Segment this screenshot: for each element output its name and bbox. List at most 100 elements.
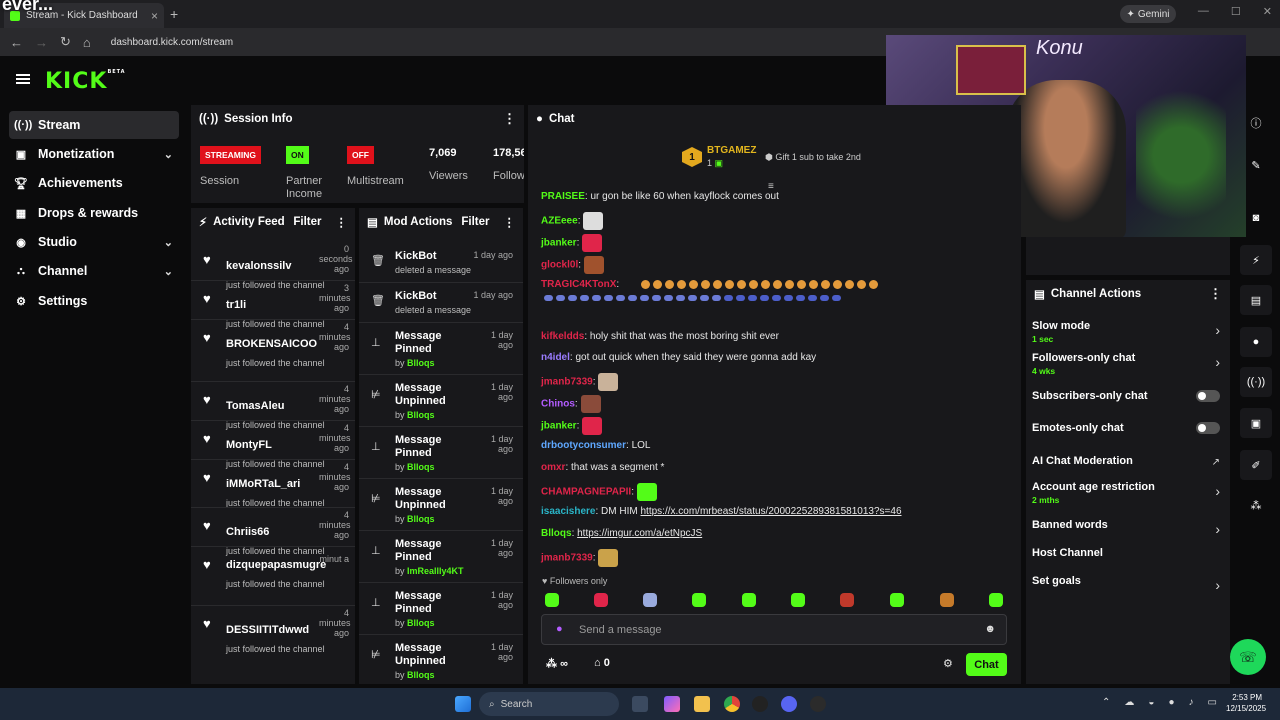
discord-icon[interactable] [781,696,797,712]
chat-message[interactable]: CHAMPAGNEPAPII: [541,483,657,501]
emote-icon[interactable] [840,593,854,607]
sidebar-item-drops[interactable]: ▦ Drops & rewards [9,199,179,227]
chevron-up-icon[interactable]: ⌃ [1102,697,1110,708]
chat-username[interactable]: kifkeldds [541,331,584,342]
file-explorer-icon[interactable] [694,696,710,712]
microphone-icon[interactable]: ● [556,623,563,635]
channel-action-row[interactable]: Account age restriction 2 mths › [1032,481,1222,505]
wrench-icon[interactable]: ✐ [1240,450,1272,480]
battery-icon[interactable]: ▭ [1207,697,1216,708]
chat-message[interactable]: jbanker: [541,234,603,252]
sidebar-item-settings[interactable]: ⚙ Settings [9,287,179,315]
activity-item[interactable]: ♥ DESSIITITdwwd 4 minutes ago just followed… [191,608,355,654]
activity-username[interactable]: kevalonssilv [226,260,291,272]
emote-icon[interactable] [890,593,904,607]
chat-message[interactable]: glockl0l: [541,256,605,274]
app-icon[interactable] [810,696,826,712]
taskbar-search[interactable]: ⌕ Search [479,692,619,716]
sidebar-item-monetization[interactable]: ▣ Monetization ⌄ [9,140,179,168]
emote-icon[interactable] [791,593,805,607]
chat-message[interactable]: kifkeldds: holy shit that was the most b… [541,330,779,344]
emote-icon[interactable] [545,593,559,607]
more-options-icon[interactable]: ⋮ [1209,286,1222,302]
moderator-name[interactable]: Blloqs [407,358,435,368]
back-icon[interactable]: ← [10,35,23,50]
moderator-name[interactable]: Blloqs [407,462,435,472]
chat-bubble-icon[interactable]: ● [1240,327,1272,357]
chat-username[interactable]: jbanker [541,421,577,432]
emote-icon[interactable] [643,593,657,607]
bolt-icon[interactable]: ⚡︎ [1240,245,1272,275]
channel-action-row[interactable]: Slow mode 1 sec › [1032,320,1222,344]
chat-username[interactable]: AZEeee [541,216,578,227]
emote-icon[interactable] [989,593,1003,607]
activity-item[interactable]: ♥ dizquepapasmugre minut a just followed th… [191,551,355,591]
activity-username[interactable]: iMMoRTaL_ari [226,478,300,490]
moderator-name[interactable]: Blloqs [407,410,435,420]
activity-username[interactable]: DESSIITITdwwd [226,624,309,636]
support-button[interactable]: ☏ [1230,639,1266,675]
chat-message[interactable]: Chinos: [541,395,601,413]
close-window-icon[interactable]: ✕ [1263,5,1272,18]
chat-message[interactable]: omxr: that was a segment * [541,461,664,475]
kick-logo[interactable]: KICKBETA [45,69,126,94]
emote-icon[interactable] [692,593,706,607]
filter-button[interactable]: Filter [293,216,321,228]
activity-username[interactable]: BROKENSAICOO [226,338,317,350]
chat-username[interactable]: TRAGIC4KTonX [541,279,616,290]
url-field[interactable]: dashboard.kick.com/stream [111,37,233,48]
chat-message[interactable]: PRAISEE: ur gon be like 60 when kayflock… [541,190,779,204]
emote-icon[interactable] [742,593,756,607]
minimize-icon[interactable]: — [1198,5,1209,18]
chat-username[interactable]: glockl0l [541,260,578,271]
chat-message[interactable]: TRAGIC4KTonX: [541,278,619,292]
more-options-icon[interactable]: ⋮ [336,215,348,229]
chat-username[interactable]: CHAMPAGNEPAPII [541,487,631,498]
broadcast-icon[interactable]: ((·)) [1240,367,1272,397]
gift-sub-prompt[interactable]: ⬢ Gift 1 sub to take 2nd [765,152,861,163]
more-options-icon[interactable]: ⋮ [504,215,516,229]
activity-item[interactable]: ♥ BROKENSAICOO 4 minutes ago just followed … [191,322,355,368]
close-tab-icon[interactable]: × [151,9,158,23]
store-count[interactable]: ⌂ 0 [594,657,610,669]
edit-icon[interactable]: ✎ [1240,150,1272,180]
storage-icon[interactable]: ▣ [1240,408,1272,438]
channel-action-row[interactable]: Banned words › [1032,519,1222,537]
activity-username[interactable]: TomasAleu [226,400,284,412]
info-icon[interactable]: ⓘ [1240,108,1272,138]
chat-username[interactable]: Blloqs [541,528,572,539]
chat-message[interactable]: jmanb7339: [541,373,619,391]
chat-username[interactable]: isaacishere [541,506,596,517]
network-icon[interactable]: ◒ [1148,697,1154,708]
chat-username[interactable]: jmanb7339 [541,553,593,564]
chat-username[interactable]: jmanb7339 [541,377,593,388]
forward-icon[interactable]: → [35,35,48,50]
moderator-name[interactable]: Blloqs [407,514,435,524]
channel-action-row[interactable]: Followers-only chat 4 wks › [1032,352,1222,376]
copilot-icon[interactable] [664,696,680,712]
leader-name[interactable]: BTGAMEZ [707,145,756,156]
sidebar-item-channel[interactable]: ⛬ Channel ⌄ [9,257,179,285]
task-view-icon[interactable] [632,696,648,712]
send-chat-button[interactable]: Chat [966,653,1007,676]
activity-item[interactable]: ♥ iMMoRTaL_ari 4 minutes ago just followed … [191,462,355,508]
gemini-button[interactable]: ✦ Gemini [1120,5,1176,23]
chat-username[interactable]: jbanker [541,238,577,249]
camera-icon[interactable]: ◙ [1240,203,1272,233]
cloud-icon[interactable]: ☁ [1124,697,1134,708]
hamburger-menu-icon[interactable] [16,74,30,84]
chat-message[interactable]: isaacishere: DM HIM https://x.com/mrbeas… [541,505,902,519]
chat-username[interactable]: PRAISEE [541,191,585,202]
channel-action-row[interactable]: Emotes-only chat [1032,422,1222,434]
volume-icon[interactable]: ♪ [1188,697,1193,708]
taskbar-clock[interactable]: 2:53 PM 12/15/2025 [1226,692,1266,714]
microphone-icon[interactable]: ● [1168,697,1174,708]
chat-input-box[interactable]: ● Send a message ☻ [541,614,1007,645]
chat-message[interactable]: drbootyconsumer: LOL [541,439,650,453]
chat-message[interactable]: AZEeee: [541,212,604,230]
sidebar-item-achievements[interactable]: 🏆︎ Achievements [9,169,179,197]
maximize-icon[interactable]: ☐ [1231,5,1241,18]
chat-username[interactable]: omxr [541,462,565,473]
channel-points[interactable]: ⁂ ∞ [546,657,568,670]
clipboard-icon[interactable]: ▤ [1240,285,1272,315]
